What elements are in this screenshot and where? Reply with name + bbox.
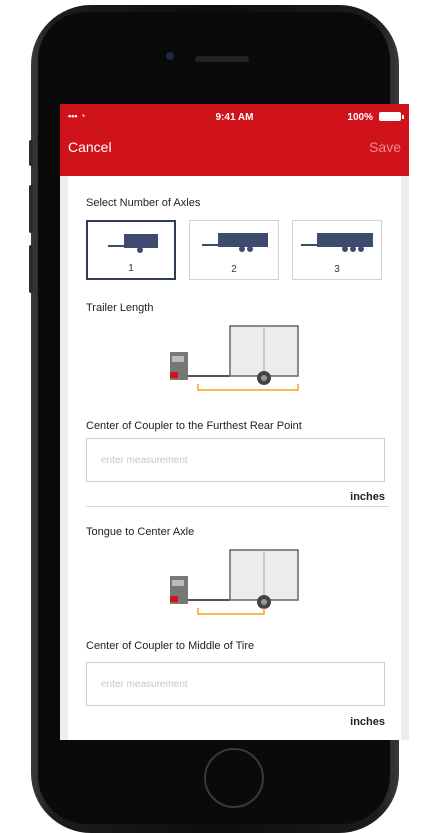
save-button[interactable]: Save xyxy=(369,139,401,155)
axle-option-2[interactable]: 2 xyxy=(189,220,279,280)
mute-switch xyxy=(29,140,33,166)
tongue-input[interactable]: enter measurement xyxy=(86,662,385,706)
trailer-length-field-label: Center of Coupler to the Furthest Rear P… xyxy=(86,420,302,432)
front-camera xyxy=(166,52,174,60)
status-bar: ••• ◔ 9:41 AM 100% xyxy=(60,104,409,128)
trailer-length-unit: inches xyxy=(350,491,385,503)
axle-option-1[interactable]: 1 xyxy=(86,220,176,280)
axle-option-label: 2 xyxy=(231,264,237,275)
earpiece-speaker xyxy=(195,56,249,62)
axle-option-label: 3 xyxy=(334,264,340,275)
cancel-button[interactable]: Cancel xyxy=(68,139,112,155)
volume-down-button xyxy=(29,245,33,293)
home-button[interactable] xyxy=(204,748,264,808)
tongue-diagram-icon xyxy=(170,549,299,615)
trailer-1-axle-icon xyxy=(108,234,158,253)
trailer-length-title: Trailer Length xyxy=(86,302,154,314)
axle-option-3[interactable]: 3 xyxy=(292,220,382,280)
tongue-unit: inches xyxy=(350,716,385,728)
header-bar: ••• ◔ 9:41 AM 100% Cancel Save xyxy=(60,104,409,176)
axles-title: Select Number of Axles xyxy=(86,197,201,209)
volume-up-button xyxy=(29,185,33,233)
trailer-3-axle-icon xyxy=(301,233,373,252)
divider xyxy=(86,506,389,507)
battery-percent: 100% xyxy=(347,112,373,123)
trailer-2-axle-icon xyxy=(202,233,268,252)
tongue-field-label: Center of Coupler to Middle of Tire xyxy=(86,640,255,652)
axle-option-label: 1 xyxy=(128,263,134,274)
trailer-length-diagram-icon xyxy=(170,325,299,391)
app-screen: ••• ◔ 9:41 AM 100% Cancel Save Select Nu… xyxy=(60,104,409,740)
battery-icon xyxy=(379,112,404,121)
tongue-title: Tongue to Center Axle xyxy=(86,526,195,538)
trailer-length-input[interactable]: enter measurement xyxy=(86,438,385,482)
